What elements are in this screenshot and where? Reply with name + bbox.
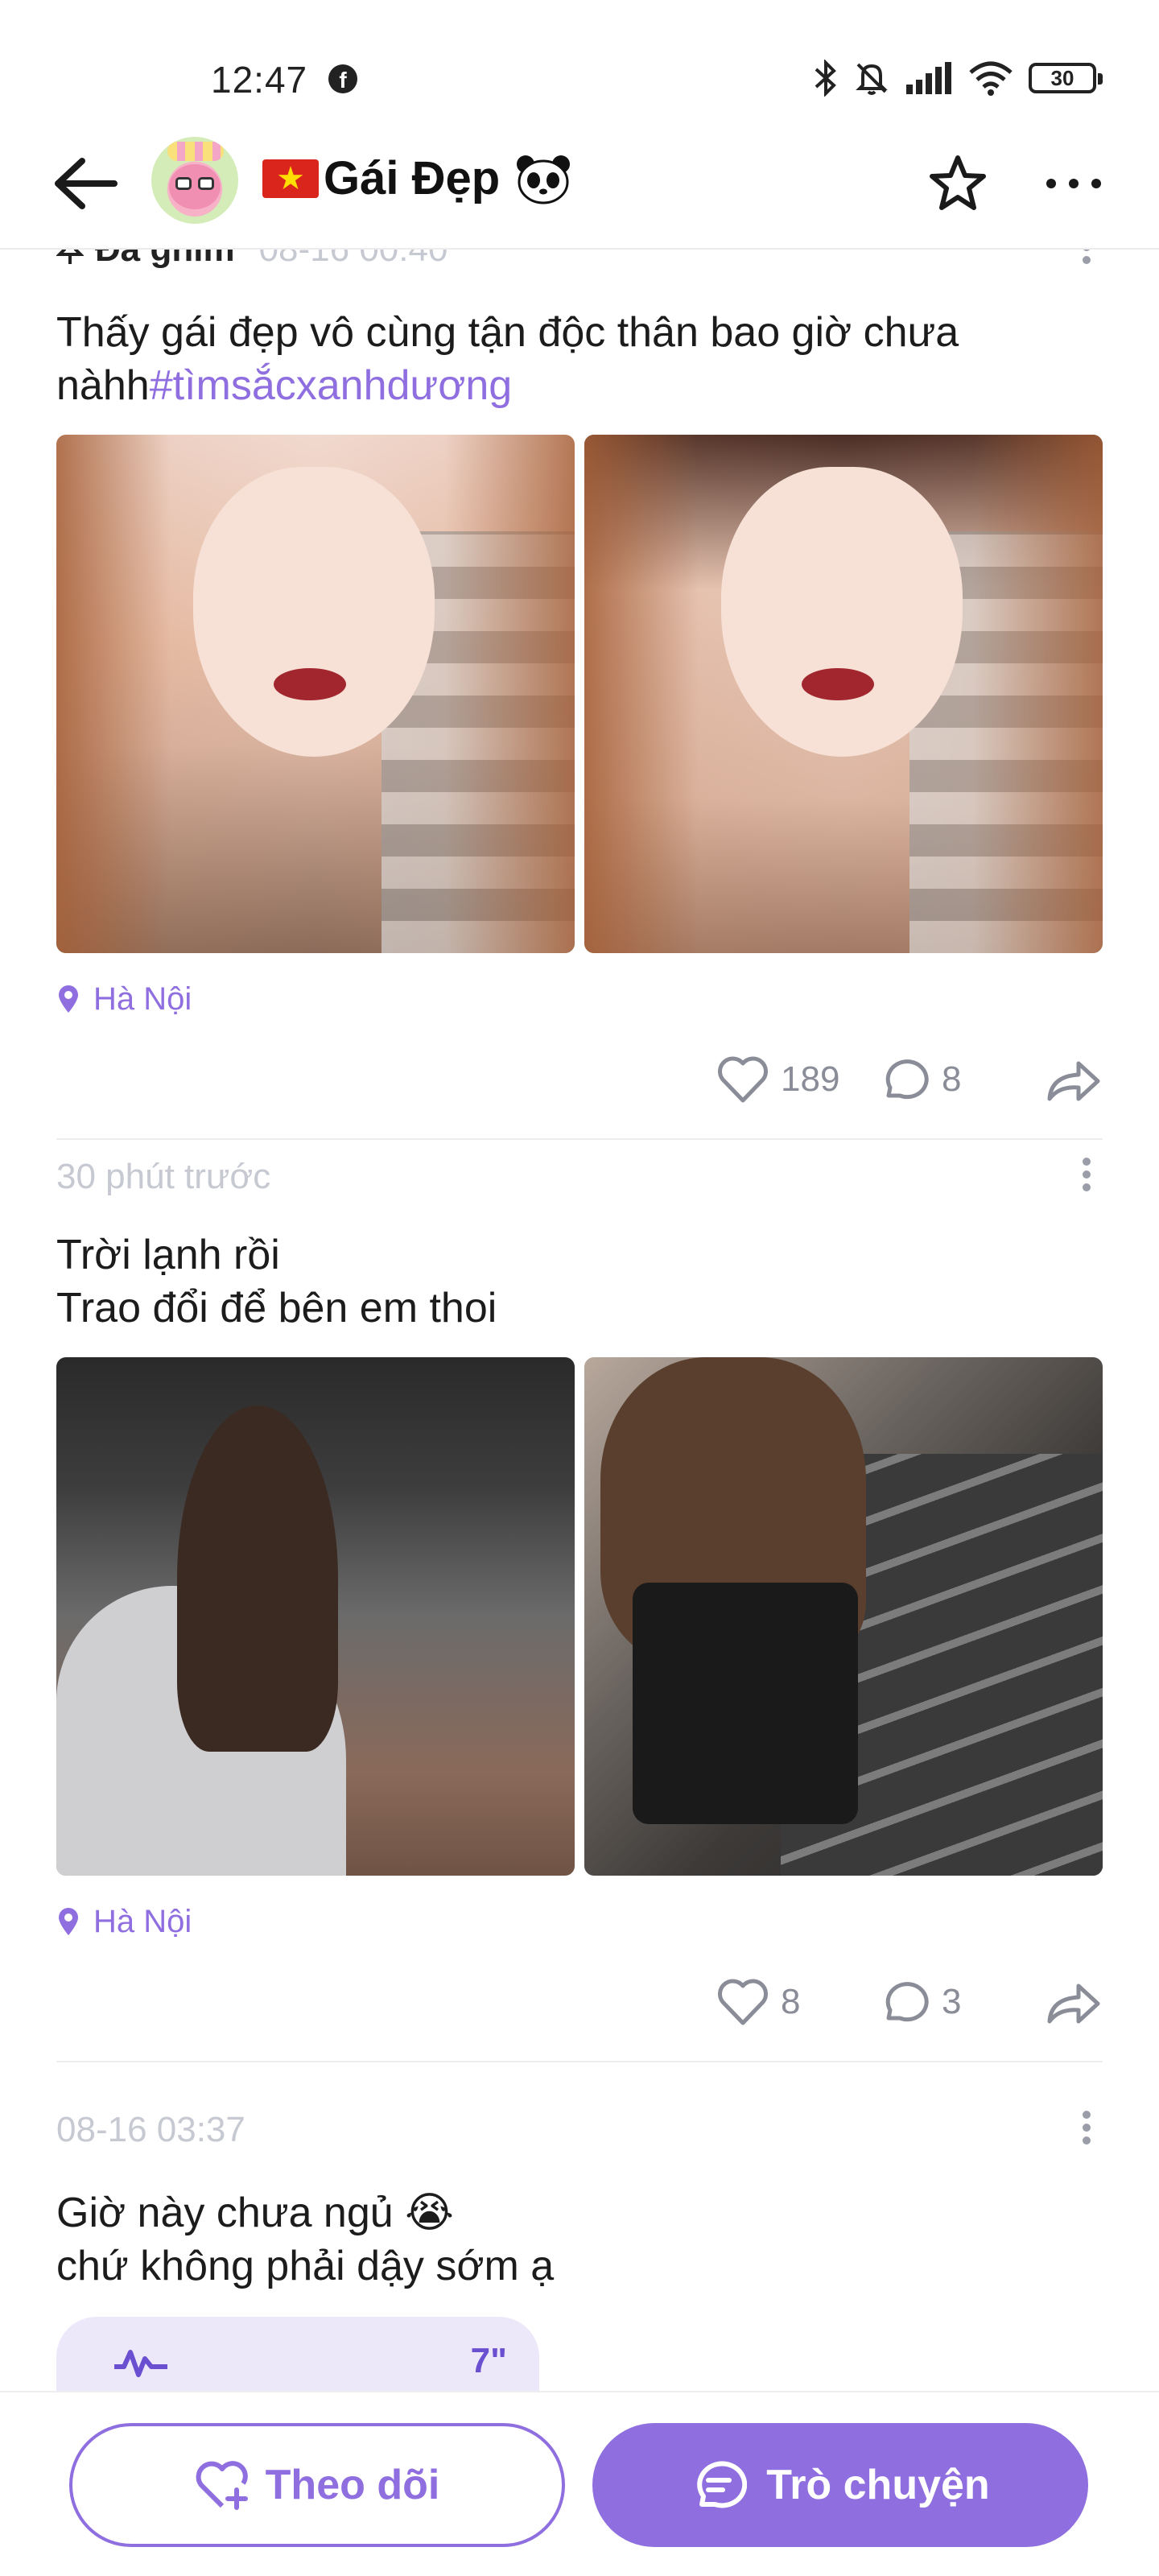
wifi-icon <box>969 61 1013 96</box>
more-options-button[interactable] <box>1040 151 1107 216</box>
post-meta: 08-16 03:37 <box>56 2098 1103 2162</box>
post-card[interactable]: 30 phút trước Trời lạnh rồi Trao đổi để … <box>56 1145 1103 2062</box>
like-count: 189 <box>781 1059 840 1099</box>
post-actions: 189 8 <box>56 1027 1103 1132</box>
favorite-button[interactable] <box>926 151 990 216</box>
status-icons: 30 <box>813 58 1103 98</box>
heart-plus-icon <box>196 2461 248 2510</box>
battery-icon: 30 <box>1029 63 1103 93</box>
post-more-button[interactable] <box>1070 2106 1103 2154</box>
hashtag-link[interactable]: #tìmsắcxanhdương <box>150 362 512 409</box>
comment-button[interactable]: 3 <box>877 1978 1038 2026</box>
location-pin-icon <box>59 1908 78 1935</box>
post-divider <box>56 1138 1103 1140</box>
post-actions: 8 3 <box>56 1950 1103 2054</box>
share-button[interactable] <box>1038 1978 1103 2026</box>
post-feed[interactable]: Đã ghim 08-16 00:40 Thấy gái đẹp vô cùng… <box>0 250 1159 2391</box>
like-button[interactable]: 8 <box>716 1978 877 2026</box>
sound-wave-icon <box>114 2350 167 2377</box>
location-pin-icon <box>59 985 78 1013</box>
status-time: 12:47 <box>211 59 308 101</box>
comment-count: 3 <box>942 1982 962 2021</box>
post-location[interactable]: Hà Nội <box>56 971 1103 1027</box>
chat-button[interactable]: Trò chuyện <box>592 2423 1088 2547</box>
post-more-button[interactable] <box>1070 1153 1103 1201</box>
heart-icon <box>718 1056 768 1103</box>
post-image[interactable] <box>584 1357 1103 1876</box>
post-text: Giờ này chưa ngủ 😭 chứ không phải dậy sớ… <box>56 2190 555 2289</box>
like-count: 8 <box>781 1982 801 2021</box>
follow-button[interactable]: Theo dõi <box>69 2423 565 2547</box>
post-timestamp: 08-16 00:40 <box>259 250 448 270</box>
more-icon <box>1046 179 1101 188</box>
back-arrow-icon <box>55 158 118 209</box>
star-icon <box>930 155 986 210</box>
mute-icon <box>856 63 888 95</box>
comment-icon <box>885 1982 929 2022</box>
post-card[interactable]: Đã ghim 08-16 00:40 Thấy gái đẹp vô cùng… <box>56 250 1103 1140</box>
back-button[interactable] <box>50 151 122 216</box>
share-button[interactable] <box>1038 1055 1103 1104</box>
group-header: Gái Đẹp <box>0 121 1159 250</box>
post-more-button[interactable] <box>1070 250 1103 274</box>
comment-count: 8 <box>942 1059 962 1099</box>
post-timestamp: 08-16 03:37 <box>56 2110 245 2149</box>
post-images <box>56 1357 1103 1876</box>
post-divider <box>56 2061 1103 2062</box>
post-timestamp: 30 phút trước <box>56 1157 271 1196</box>
share-icon <box>1047 1984 1100 2024</box>
post-text: Trời lạnh rồi Trao đổi để bên em thoi <box>56 1232 497 1331</box>
heart-icon <box>718 1979 768 2025</box>
group-name: Gái Đẹp <box>324 152 501 204</box>
panda-icon <box>517 155 571 204</box>
facebook-icon: f <box>328 64 357 93</box>
post-image[interactable] <box>56 435 575 953</box>
post-card[interactable]: 08-16 03:37 Giờ này chưa ngủ 😭 chứ không… <box>56 2098 1103 2391</box>
comment-icon <box>885 1059 929 1100</box>
group-avatar[interactable] <box>151 137 238 224</box>
bottom-action-bar: Theo dõi Trò chuyện <box>0 2391 1159 2576</box>
pin-icon <box>56 250 84 264</box>
comment-button[interactable]: 8 <box>877 1055 1038 1104</box>
pinned-label: Đã ghim <box>56 250 235 270</box>
post-images <box>56 435 1103 953</box>
chat-bubble-icon <box>697 2461 748 2508</box>
voice-message[interactable]: 7" <box>56 2317 539 2391</box>
share-icon <box>1047 1061 1100 1101</box>
post-image[interactable] <box>56 1357 575 1876</box>
audio-duration: 7" <box>470 2341 507 2380</box>
post-location[interactable]: Hà Nội <box>56 1893 1103 1950</box>
vietnam-flag-icon <box>262 159 319 198</box>
signal-icon <box>906 62 951 94</box>
post-text: Thấy gái đẹp vô cùng tận độc thân bao gi… <box>56 309 959 409</box>
bluetooth-icon <box>815 60 836 97</box>
like-button[interactable]: 189 <box>716 1055 877 1104</box>
group-title: Gái Đẹp <box>262 151 572 205</box>
post-image[interactable] <box>584 435 1103 953</box>
post-meta: 30 phút trước <box>56 1145 1103 1209</box>
post-meta: Đã ghim 08-16 00:40 <box>56 250 1103 282</box>
